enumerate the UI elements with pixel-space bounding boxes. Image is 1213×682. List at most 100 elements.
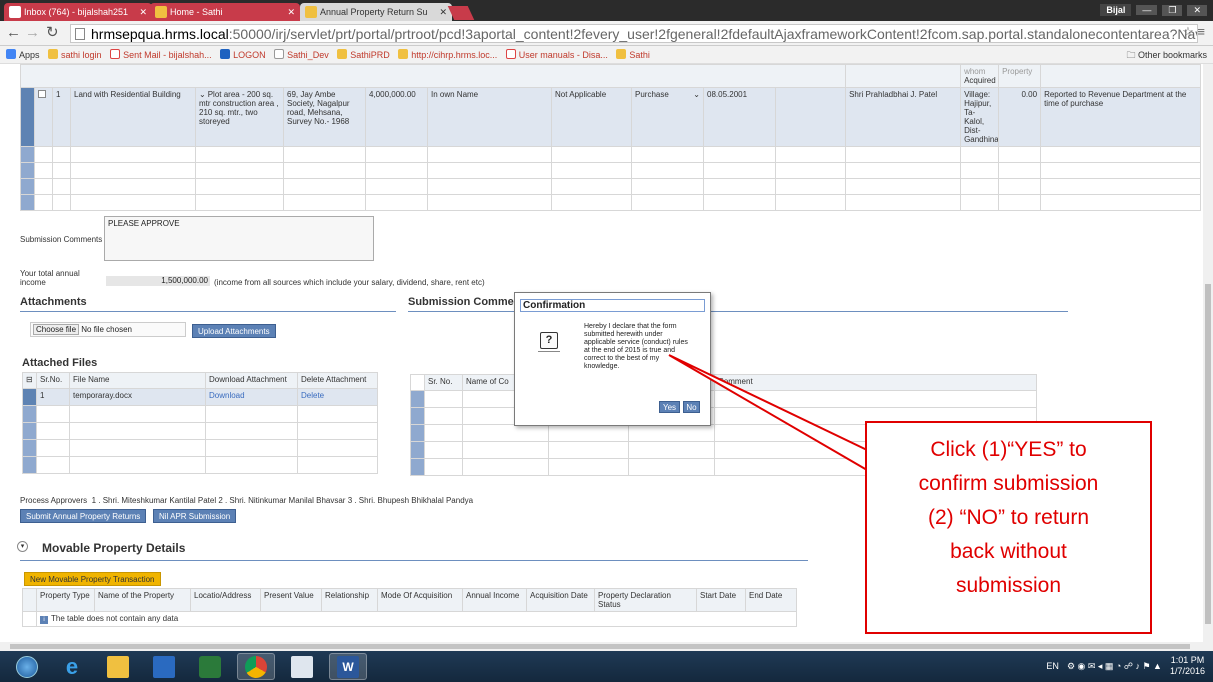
bookmark-sathiprd[interactable]: SathiPRD (337, 46, 390, 64)
cell-type[interactable]: Land with Residential Building (70, 87, 196, 147)
table-row[interactable] (20, 146, 1202, 163)
language-indicator[interactable]: EN (1046, 661, 1059, 671)
vertical-scrollbar[interactable] (1203, 64, 1213, 642)
tab-inbox[interactable]: Inbox (764) - bijalshah251 ✕ (4, 3, 152, 21)
no-button[interactable]: No (683, 401, 700, 413)
header-cell (1040, 64, 1202, 88)
header-location: Locatio/Address (190, 588, 261, 612)
nil-apr-submission-button[interactable]: Nil APR Submission (153, 509, 237, 523)
bookmark-apps[interactable]: Apps (6, 46, 40, 64)
taskbar-chrome[interactable] (237, 653, 275, 680)
taskbar-ie[interactable]: e (53, 653, 91, 680)
scroll-thumb[interactable] (10, 644, 1190, 649)
bookmark-cihrp[interactable]: http://cihrp.hrms.loc... (398, 46, 497, 64)
taskbar-explorer[interactable] (99, 653, 137, 680)
table-row[interactable]: 1 Land with Residential Building ⌄ Plot a… (20, 87, 1202, 147)
table-row[interactable] (22, 422, 378, 440)
approvers-label: Process Approvers (20, 496, 88, 505)
reload-icon[interactable]: ↻ (46, 24, 59, 42)
sathi-icon (616, 49, 627, 59)
empty-text: The table does not contain any data (51, 614, 179, 623)
windows-start-icon (16, 655, 38, 678)
restore-icon[interactable]: ❐ (1162, 4, 1183, 16)
header-acquisition-date: Acquisition Date (526, 588, 595, 612)
close-icon[interactable]: ✕ (287, 3, 295, 21)
cell-description-value: Plot area - 200 sq. mtr construction are… (199, 90, 279, 126)
row-selector[interactable] (20, 87, 35, 147)
minimize-icon[interactable]: — (1136, 5, 1158, 15)
forward-icon[interactable]: → (25, 24, 40, 42)
cell-mode[interactable]: Purchase ⌄ (631, 87, 704, 147)
table-header-row: Sr. No. Name of Co Comment (410, 374, 1037, 391)
gmail-icon (9, 6, 21, 18)
table-row[interactable] (410, 390, 1037, 408)
address-bar-row: ← → ↻ hrmsepqua.hrms.local:50000/irj/ser… (0, 21, 1213, 46)
back-icon[interactable]: ← (6, 24, 21, 42)
tab-label: Annual Property Return Su (320, 7, 428, 17)
row-checkbox[interactable] (34, 87, 53, 147)
bookmark-sent-mail[interactable]: Sent Mail - bijalshah... (110, 46, 212, 64)
header-cell (845, 64, 962, 88)
table-row[interactable] (22, 456, 378, 474)
bookmark-sathi[interactable]: Sathi (616, 46, 650, 64)
sap-icon (220, 49, 231, 59)
cell-sr: 1 (36, 388, 70, 406)
bookmark-sathi-login[interactable]: sathi login (48, 46, 102, 64)
tray-icons[interactable]: ⚙ ◉ ✉ ◂ ▦ ◔ ☍ ♪ ⚑ ▲ (1067, 661, 1162, 672)
table-header-row: Property Type Name of the Property Locat… (22, 588, 797, 612)
page-icon (75, 28, 85, 40)
close-icon[interactable]: ✕ (439, 3, 447, 21)
delete-link[interactable]: Delete (297, 388, 378, 406)
dialog-title: Confirmation (520, 299, 705, 312)
header-sr: Sr.No. (36, 372, 70, 389)
url-input[interactable]: hrmsepqua.hrms.local:50000/irj/servlet/p… (70, 24, 1198, 43)
chevron-down-icon[interactable]: ⌄ (199, 90, 206, 99)
choose-file-button[interactable]: Choose file (33, 324, 80, 335)
scroll-thumb[interactable] (1205, 284, 1211, 624)
bookmark-logon[interactable]: LOGON (220, 46, 266, 64)
bookmark-label: sathi login (61, 50, 102, 60)
other-bookmarks[interactable]: 🗀 Other bookmarks (1126, 46, 1207, 64)
immovable-property-table: whom Acquired Property 1 Land with Reside… (19, 64, 1202, 211)
download-link[interactable]: Download (205, 388, 298, 406)
start-button[interactable] (8, 653, 46, 680)
select-all-icon[interactable]: ⊟ (22, 372, 37, 389)
bookmark-user-manuals[interactable]: User manuals - Disa... (505, 46, 608, 64)
income-field[interactable]: 1,500,000.00 (106, 276, 210, 286)
horizontal-scrollbar[interactable] (0, 642, 1213, 651)
collapse-icon[interactable]: ▾ (17, 541, 28, 552)
submit-annual-property-returns-button[interactable]: Submit Annual Property Returns (20, 509, 147, 523)
cell-address: 69, Jay Ambe Society, Nagalpur road, Meh… (283, 87, 366, 147)
profile-name[interactable]: Bijal (1100, 4, 1132, 16)
cell-relationship: Not Applicable (551, 87, 632, 147)
tab-annual-property-return[interactable]: Annual Property Return Su ✕ (300, 3, 452, 21)
cell-type-value: Land with Residential Building (74, 90, 181, 99)
table-row[interactable] (20, 194, 1202, 211)
header-cell (19, 64, 847, 88)
menu-icon[interactable]: ☆ ≡ (1182, 24, 1205, 40)
clock[interactable]: 1:01 PM 1/7/2016 (1170, 655, 1205, 677)
chevron-down-icon[interactable]: ⌄ (693, 90, 700, 99)
row-selector[interactable] (22, 388, 37, 406)
taskbar-app[interactable] (191, 653, 229, 680)
taskbar-notepad[interactable] (283, 653, 321, 680)
income-label: Your total annual income (20, 269, 80, 287)
table-row[interactable] (22, 439, 378, 457)
table-row[interactable] (20, 178, 1202, 195)
close-icon[interactable]: ✕ (139, 3, 147, 21)
taskbar-outlook[interactable] (145, 653, 183, 680)
tab-home-sathi[interactable]: Home - Sathi ✕ (150, 3, 300, 21)
table-row[interactable] (20, 162, 1202, 179)
yes-button[interactable]: Yes (659, 401, 680, 413)
table-row[interactable] (22, 405, 378, 423)
taskbar-word[interactable]: W (329, 653, 367, 680)
table-row[interactable]: 1 temporaray.docx Download Delete (22, 388, 378, 406)
close-window-icon[interactable]: ✕ (1187, 4, 1207, 16)
header-property-type: Property Type (36, 588, 95, 612)
submission-comments-textarea[interactable]: PLEASE APPROVE (104, 216, 374, 261)
bookmark-label: http://cihrp.hrms.loc... (411, 50, 498, 60)
file-input[interactable]: Choose file No file chosen (30, 322, 186, 337)
bookmark-sathi-dev[interactable]: Sathi_Dev (274, 46, 329, 64)
upload-attachments-button[interactable]: Upload Attachments (192, 324, 276, 338)
new-movable-property-button[interactable]: New Movable Property Transaction (24, 572, 161, 586)
